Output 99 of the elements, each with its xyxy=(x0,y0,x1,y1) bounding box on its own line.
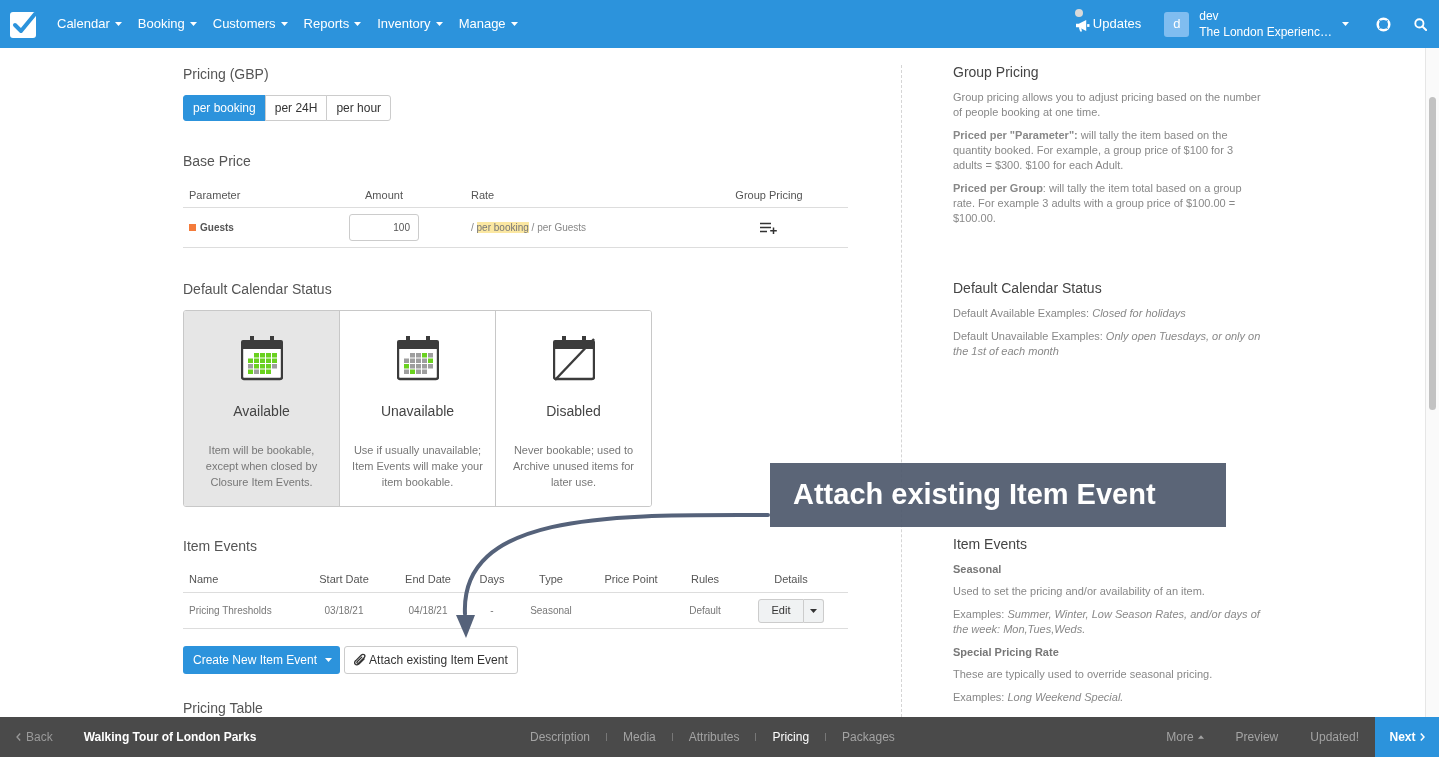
more-button[interactable]: More xyxy=(1166,728,1204,746)
nav-menu[interactable]: Reports xyxy=(303,14,362,34)
column-header: Amount xyxy=(365,187,403,203)
status-option-title: Disabled xyxy=(546,403,601,420)
caret-down-icon xyxy=(325,658,333,662)
page-tab[interactable]: Packages xyxy=(826,728,911,746)
caret-down-icon xyxy=(435,22,443,26)
section-title: Default Calendar Status xyxy=(183,281,333,298)
status-option-description: Never bookable; used to Archive unused items for later use. xyxy=(511,443,636,490)
paperclip-icon xyxy=(354,653,367,667)
help-text: Default Unavailable Examples: Only open Tuesdays, or only on the 1st of each month xyxy=(953,329,1262,359)
column-header: Details xyxy=(774,572,808,588)
amount-field[interactable]: 100 xyxy=(349,214,419,241)
column-header: Name xyxy=(189,572,219,588)
help-text: Group pricing allows you to adjust pricing based on the number of people booking at one time. xyxy=(953,90,1262,120)
caret-down-icon xyxy=(280,22,288,26)
status-option-title: Available xyxy=(233,403,290,420)
nav-menu[interactable]: Calendar xyxy=(57,14,122,34)
status-option-description: Use if usually unavailable; Item Events will make your item bookable. xyxy=(351,443,484,490)
help-text: Priced per Group: will tally the item total based on a group rate. For example 3 adults with a group price of $100.00 = $100.00. xyxy=(953,181,1243,226)
help-text: These are typically used to override seasonal pricing. xyxy=(953,667,1214,682)
caret-down-icon xyxy=(114,22,122,26)
section-title: Pricing Table xyxy=(183,700,264,717)
help-text: Priced per "Parameter": will tally the item based on the quantity booked. For example, a group price of $100 for 3 adults = $300. $100 for each Adult. xyxy=(953,128,1235,173)
help-title: Item Events xyxy=(953,536,1028,553)
parameter-name: Guests xyxy=(200,221,234,235)
page-tab[interactable]: Media xyxy=(607,728,672,746)
create-event-button[interactable]: Create New Item Event xyxy=(183,646,341,674)
chevron-left-icon xyxy=(16,733,21,741)
calendar-grid-icon xyxy=(240,336,283,381)
pricing-mode-tab[interactable]: per 24H xyxy=(264,95,328,121)
column-header: Start Date xyxy=(319,572,369,588)
tutorial-callout: Attach existing Item Event xyxy=(770,463,1226,527)
help-subheading: Seasonal xyxy=(953,562,1003,577)
column-header: Type xyxy=(539,572,563,588)
column-header: Rules xyxy=(690,572,720,588)
column-header: Rate xyxy=(471,187,495,203)
preview-button[interactable]: Preview xyxy=(1235,728,1279,746)
help-title: Group Pricing xyxy=(953,64,1040,81)
edit-button[interactable]: Edit xyxy=(758,598,804,623)
scrollbar-thumb[interactable] xyxy=(1429,97,1436,410)
dropdown-toggle[interactable] xyxy=(804,598,824,623)
pricing-mode-tab[interactable]: per booking xyxy=(183,95,266,121)
back-button[interactable]: Back xyxy=(16,728,53,746)
status-option-description: Item will be bookable, except when closed by Closure Item Events. xyxy=(204,443,319,490)
page-tab[interactable]: Description xyxy=(530,728,607,746)
help-text: Examples: Summer, Winter, Low Season Rates, and/or days of the week: Mon,Tues,Weds. xyxy=(953,607,1262,637)
column-header: Days xyxy=(479,572,505,588)
rate-text: / per booking / per Guests xyxy=(471,221,587,235)
caret-down-icon xyxy=(510,22,518,26)
status-option-card[interactable]: Available Item will be bookable, except when closed by Closure Item Events. xyxy=(184,311,339,506)
table-cell-text: Pricing Thresholds xyxy=(189,604,272,618)
page-tab[interactable]: Attributes xyxy=(672,728,756,746)
list-plus-icon[interactable] xyxy=(760,221,778,234)
calendar-grid-icon xyxy=(396,336,439,381)
nav-menu[interactable]: Manage xyxy=(458,14,518,34)
help-title: Default Calendar Status xyxy=(953,280,1103,297)
status-option-title: Unavailable xyxy=(380,403,455,420)
megaphone-icon xyxy=(1074,19,1090,32)
item-title: Walking Tour of London Parks xyxy=(83,729,257,746)
help-subheading: Special Pricing Rate xyxy=(953,645,1060,660)
caret-down-icon xyxy=(354,22,362,26)
organization-name: The London Experienc… xyxy=(1199,24,1332,40)
table-cell-text: Seasonal xyxy=(530,604,572,618)
table-cell-text: Default xyxy=(689,604,721,618)
column-header: Group Pricing xyxy=(735,187,803,203)
pricing-mode-tab[interactable]: per hour xyxy=(326,95,392,121)
column-header: Price Point xyxy=(604,572,658,588)
section-title: Item Events xyxy=(183,538,258,555)
help-text: Default Available Examples: Closed for holidays xyxy=(953,306,1187,321)
search-icon[interactable] xyxy=(1414,17,1427,31)
caret-down-icon xyxy=(810,608,817,613)
table-cell-text: - xyxy=(490,604,494,618)
section-title: Pricing (GBP) xyxy=(183,66,270,83)
attach-event-button[interactable]: Attach existing Item Event xyxy=(344,646,518,674)
updates-button[interactable]: Updates xyxy=(1072,8,1142,40)
nav-menu[interactable]: Inventory xyxy=(377,14,443,34)
caret-down-icon xyxy=(189,22,197,26)
save-status: Updated! xyxy=(1310,729,1359,746)
user-avatar[interactable]: d xyxy=(1164,11,1190,37)
nav-menu[interactable]: Customers xyxy=(212,14,288,34)
slashed-calendar-icon xyxy=(552,336,595,381)
column-header: End Date xyxy=(405,572,451,588)
table-cell-text: 03/18/21 xyxy=(324,604,364,618)
checkmark-logo-icon[interactable] xyxy=(10,10,38,38)
help-text: Used to set the pricing and/or availability of an item. xyxy=(953,584,1206,599)
nav-menu[interactable]: Booking xyxy=(137,14,197,34)
status-option-card[interactable]: Disabled Never bookable; used to Archive unused items for later use. xyxy=(495,311,651,506)
chevron-right-icon xyxy=(1419,733,1425,741)
column-header: Parameter xyxy=(189,187,241,203)
caret-down-icon[interactable] xyxy=(1342,22,1349,26)
help-text: Examples: Long Weekend Special. xyxy=(953,690,1125,705)
user-name: dev xyxy=(1199,8,1220,24)
table-cell-text: 04/18/21 xyxy=(408,604,448,618)
next-button[interactable]: Next xyxy=(1375,717,1439,757)
lifebuoy-icon[interactable] xyxy=(1376,16,1391,32)
section-title: Base Price xyxy=(183,153,252,170)
page-tab[interactable]: Pricing xyxy=(756,728,826,746)
caret-up-icon xyxy=(1197,735,1204,739)
